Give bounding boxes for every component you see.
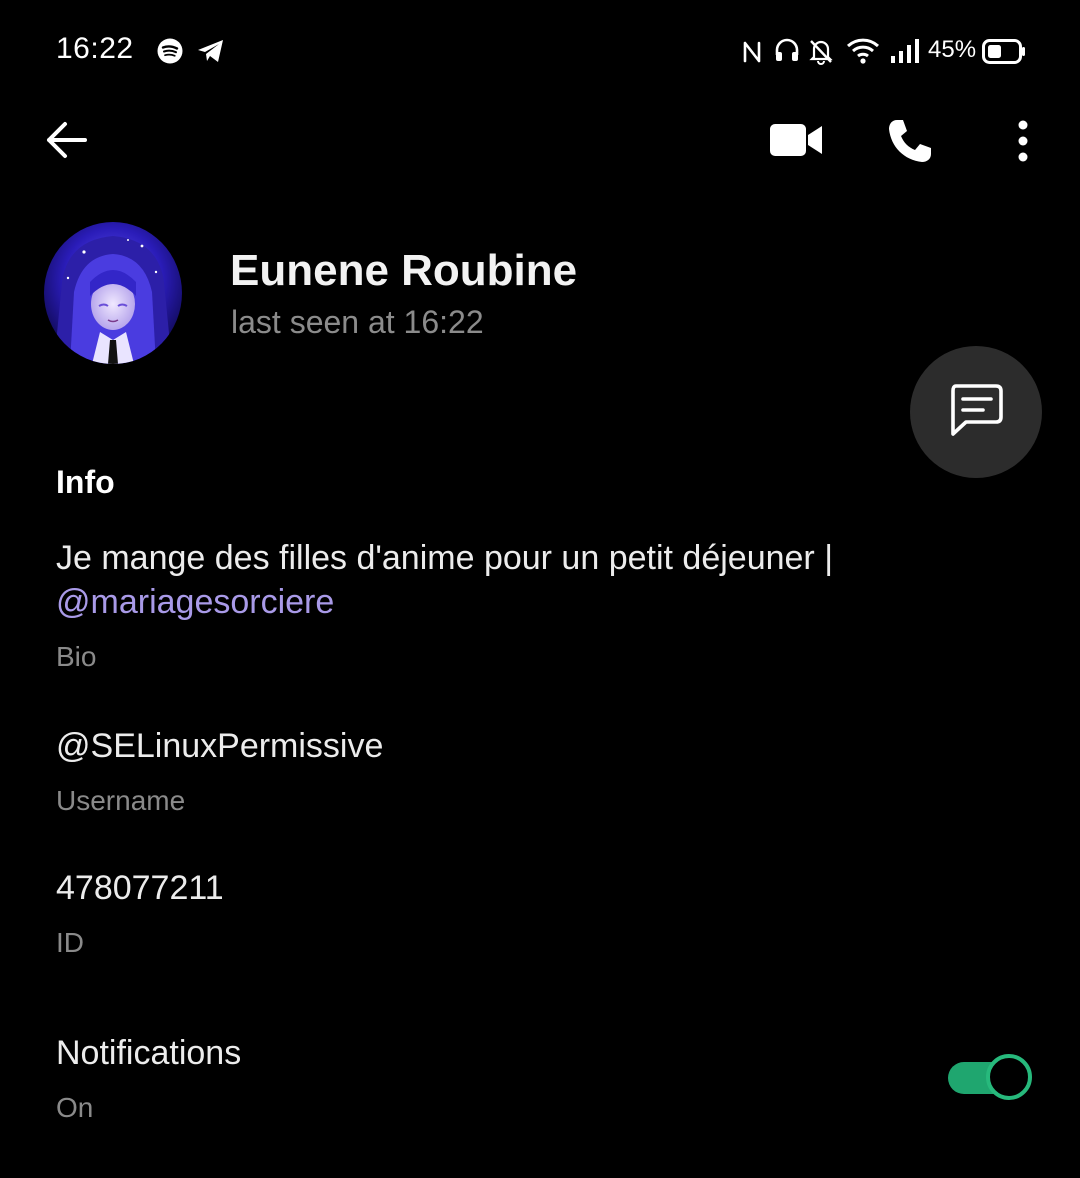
- message-icon: [948, 383, 1004, 442]
- battery-icon: [982, 39, 1026, 70]
- back-arrow-icon: [45, 120, 87, 165]
- notifications-title[interactable]: Notifications: [56, 1031, 241, 1075]
- phone-icon: [887, 118, 933, 169]
- bell-muted-icon: [808, 37, 834, 70]
- video-call-icon: [769, 121, 823, 164]
- bio-label: Bio: [56, 641, 97, 672]
- spotify-icon: [157, 38, 183, 69]
- status-time: 16:22: [56, 32, 134, 65]
- telegram-icon: [197, 39, 225, 68]
- headset-icon: [773, 37, 801, 70]
- bio-text-content: Je mange des filles d'anime pour un peti…: [56, 539, 834, 577]
- avatar[interactable]: [44, 222, 182, 364]
- bio-mention-link[interactable]: @mariagesorciere: [56, 583, 334, 621]
- notifications-toggle[interactable]: [948, 1054, 1032, 1100]
- last-seen-status: last seen at 16:22: [231, 304, 484, 340]
- profile-screen: 16:22 45% Eunene Roubine last seen at 16…: [0, 0, 1080, 1178]
- toggle-knob: [986, 1054, 1032, 1100]
- call-button[interactable]: [880, 114, 940, 172]
- notifications-state: On: [56, 1092, 94, 1123]
- nfc-icon: [741, 38, 763, 71]
- signal-icon: [889, 38, 923, 69]
- username-label: Username: [56, 785, 186, 816]
- profile-name: Eunene Roubine: [230, 246, 578, 295]
- status-bar: 16:22 45%: [0, 0, 1080, 104]
- id-value[interactable]: 478077211: [56, 866, 224, 910]
- id-label: ID: [56, 927, 84, 958]
- wifi-icon: [846, 37, 880, 70]
- username-value[interactable]: @SELinuxPermissive: [56, 724, 383, 768]
- send-message-button[interactable]: [910, 346, 1042, 478]
- info-section-title: Info: [56, 464, 115, 500]
- more-vert-icon: [1016, 120, 1030, 167]
- video-call-button[interactable]: [764, 116, 828, 168]
- more-options-button[interactable]: [1004, 118, 1042, 168]
- battery-percent: 45%: [928, 36, 977, 63]
- bio-text: Je mange des filles d'anime pour un peti…: [56, 536, 956, 624]
- back-button[interactable]: [38, 112, 94, 172]
